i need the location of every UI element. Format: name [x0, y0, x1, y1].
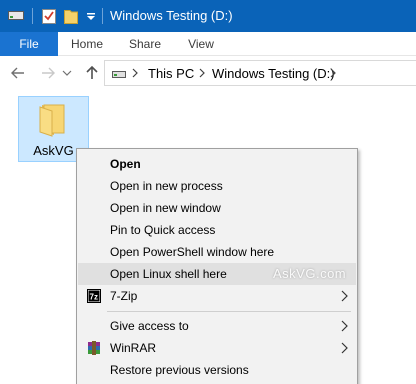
back-arrow-icon[interactable]	[10, 65, 26, 81]
chevron-right-icon[interactable]	[131, 67, 139, 79]
submenu-arrow-icon	[341, 290, 348, 302]
new-folder-icon[interactable]	[64, 8, 78, 24]
forward-arrow-icon[interactable]	[40, 65, 56, 81]
menu-item-open-new-window[interactable]: Open in new window	[78, 197, 356, 219]
folder-icon	[39, 104, 65, 137]
toolbar-divider	[102, 8, 103, 24]
tab-home[interactable]: Home	[64, 32, 110, 56]
menu-item-winrar[interactable]: WinRAR	[78, 337, 356, 359]
tab-share[interactable]: Share	[124, 32, 166, 56]
ribbon-tabs: File Home Share View	[0, 32, 416, 56]
address-bar[interactable]: This PC Windows Testing (D:)	[104, 60, 416, 86]
customize-dropdown-icon[interactable]	[86, 13, 96, 21]
up-arrow-icon[interactable]	[84, 65, 100, 81]
menu-item-open[interactable]: Open	[78, 153, 356, 175]
drive-icon[interactable]	[8, 11, 24, 20]
menu-item-label: Open Linux shell here	[110, 267, 227, 281]
menu-item-label: WinRAR	[110, 341, 157, 355]
title-bar: Windows Testing (D:)	[0, 0, 416, 32]
breadcrumb-this-pc[interactable]: This PC	[148, 66, 194, 82]
tab-file[interactable]: File	[0, 32, 58, 56]
menu-item-restore-versions[interactable]: Restore previous versions	[78, 359, 356, 381]
tab-view[interactable]: View	[182, 32, 220, 56]
menu-item-label: Open PowerShell window here	[110, 245, 275, 259]
recent-locations-chevron-icon[interactable]	[62, 65, 72, 81]
watermark: AskVG.com	[273, 266, 347, 281]
menu-item-pin-quick-access[interactable]: Pin to Quick access	[78, 219, 356, 241]
drive-icon	[112, 71, 126, 78]
winrar-icon	[88, 341, 100, 355]
menu-item-label: Open in new window	[110, 201, 221, 215]
menu-item-open-linux-shell[interactable]: Open Linux shell here AskVG.com	[78, 263, 356, 285]
chevron-right-icon[interactable]	[198, 67, 206, 79]
menu-item-give-access[interactable]: Give access to	[78, 315, 356, 337]
menu-item-label: 7-Zip	[110, 289, 138, 303]
menu-item-open-new-process[interactable]: Open in new process	[78, 175, 356, 197]
7zip-icon: 7z	[87, 289, 101, 303]
context-menu: Open Open in new process Open in new win…	[76, 148, 358, 384]
menu-item-label: Restore previous versions	[110, 363, 249, 377]
menu-item-open-powershell[interactable]: Open PowerShell window here	[78, 241, 356, 263]
svg-text:7z: 7z	[90, 293, 98, 302]
breadcrumb-drive[interactable]: Windows Testing (D:)	[212, 66, 335, 82]
menu-item-label: Open in new process	[110, 179, 223, 193]
menu-item-7zip[interactable]: 7z 7-Zip	[78, 285, 356, 307]
submenu-arrow-icon	[341, 320, 348, 332]
toolbar-divider	[32, 8, 33, 24]
submenu-arrow-icon	[341, 342, 348, 354]
menu-item-label: Open	[110, 157, 141, 171]
menu-item-label: Give access to	[110, 319, 189, 333]
menu-item-label: Pin to Quick access	[110, 223, 216, 237]
properties-icon[interactable]	[42, 8, 56, 24]
window-title: Windows Testing (D:)	[110, 8, 233, 23]
navigation-bar: This PC Windows Testing (D:)	[0, 57, 416, 89]
chevron-right-icon[interactable]	[329, 67, 337, 79]
menu-separator	[107, 311, 351, 312]
